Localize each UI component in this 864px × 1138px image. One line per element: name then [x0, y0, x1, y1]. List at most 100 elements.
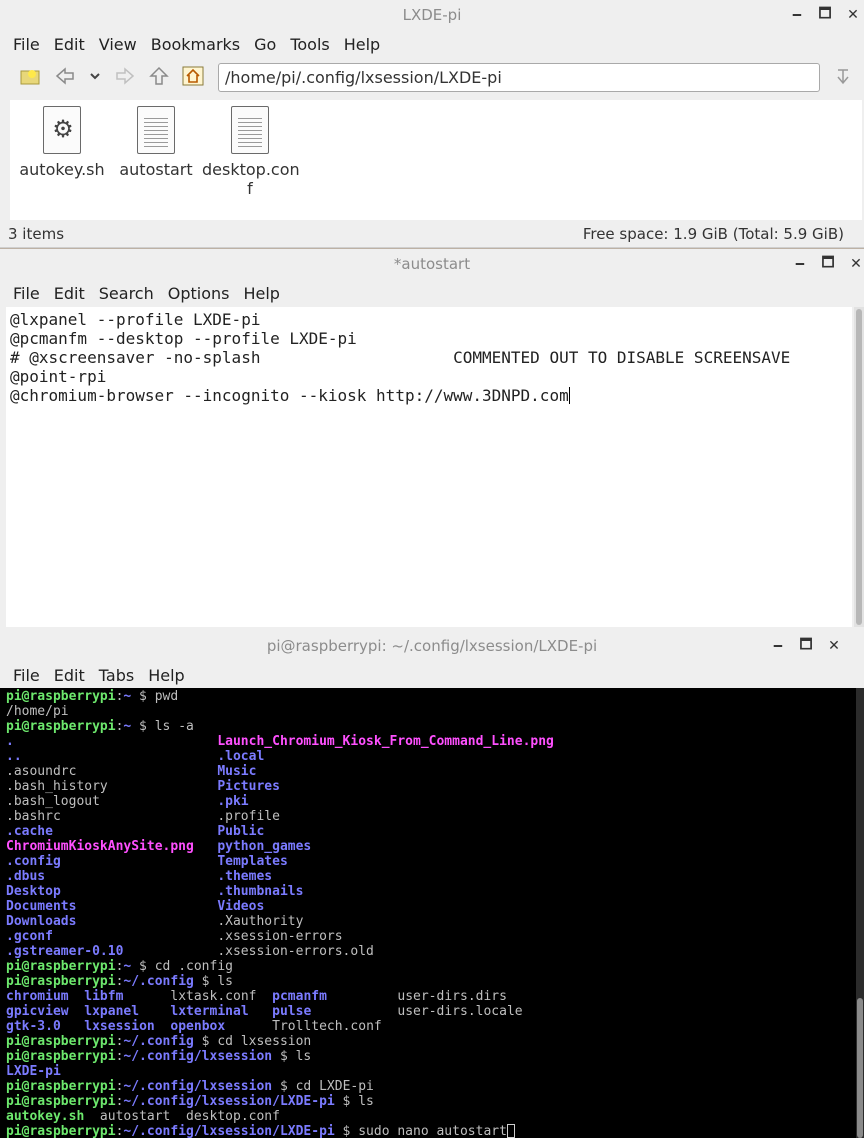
history-dropdown-button[interactable] — [82, 61, 108, 91]
file-name-line2: f — [247, 179, 253, 198]
terminal-text-segment: lxterminal — [170, 1004, 249, 1019]
forward-arrow-icon — [116, 67, 135, 85]
menu-edit[interactable]: Edit — [47, 35, 92, 54]
terminal-line: gtk-3.0 lxsession openbox Trolltech.conf — [6, 1019, 850, 1034]
menu-view[interactable]: View — [92, 35, 144, 54]
terminal-line: pi@raspberrypi:~/.config $ cd lxsession — [6, 1034, 850, 1049]
file-item-autostart[interactable]: autostart — [108, 106, 204, 179]
terminal-text-segment: pi@raspberrypi — [6, 1034, 116, 1049]
terminal-text-segment: Pictures — [217, 779, 280, 794]
terminal-output[interactable]: pi@raspberrypi:~ $ pwd/home/pi pi@raspber… — [0, 688, 856, 1138]
menu-edit[interactable]: Edit — [47, 284, 92, 303]
new-tab-button[interactable] — [14, 61, 48, 91]
scrollbar-thumb[interactable] — [857, 998, 863, 1138]
terminal-text-segment: .bash_logout — [6, 794, 218, 809]
terminal-cursor — [506, 1124, 515, 1138]
terminal-text-segment: pi@raspberrypi — [6, 1094, 116, 1109]
terminal-text-segment: $ ls — [193, 974, 233, 989]
editor-menubar: File Edit Search Options Help — [0, 279, 864, 307]
editor-scrollbar[interactable] — [854, 307, 864, 627]
terminal-text-segment: ~/.config/lxsession/LXDE-pi — [123, 1124, 335, 1138]
menu-go[interactable]: Go — [247, 35, 283, 54]
file-item-desktop-conf[interactable]: desktop.con f — [202, 106, 300, 198]
maximize-icon[interactable]: 🗖 — [814, 252, 842, 276]
terminal-text-segment: lxpanel — [84, 1004, 140, 1019]
terminal-text-segment: ~/.config/lxsession/LXDE-pi — [123, 1094, 335, 1109]
menu-edit[interactable]: Edit — [47, 666, 92, 685]
maximize-icon[interactable]: 🗖 — [811, 3, 839, 27]
terminal-titlebar[interactable]: pi@raspberrypi: ~/.config/lxsession/LXDE… — [0, 631, 864, 661]
menu-help[interactable]: Help — [236, 284, 286, 303]
editor-titlebar[interactable]: *autostart 🗕 🗖 ✕ — [0, 249, 864, 279]
terminal-text-segment: lxsession — [84, 1019, 155, 1034]
terminal-line: gpicview lxpanel lxterminal pulse user-d… — [6, 1004, 850, 1019]
file-manager-window: LXDE-pi 🗕 🗖 ✕ File Edit View Bookmarks G… — [0, 0, 864, 248]
location-bar[interactable]: /home/pi/.config/lxsession/LXDE-pi — [218, 63, 820, 92]
maximize-icon[interactable]: 🗖 — [792, 634, 820, 658]
terminal-text-segment: autokey.sh — [6, 1109, 85, 1124]
terminal-text-segment: $ ls -a — [131, 719, 194, 734]
menu-file[interactable]: File — [6, 35, 47, 54]
editor-line: @point-rpi — [10, 367, 107, 386]
file-name-line1: desktop.con — [202, 160, 300, 179]
home-button[interactable] — [176, 61, 210, 91]
terminal-line: .bash_history Pictures — [6, 779, 850, 794]
file-name: autostart — [119, 160, 193, 179]
terminal-text-segment: pulse — [272, 1004, 312, 1019]
back-button[interactable] — [48, 61, 82, 91]
terminal-line: pi@raspberrypi:~ $ cd .config — [6, 959, 850, 974]
terminal-menubar: File Edit Tabs Help — [0, 661, 864, 689]
text-document-icon — [137, 106, 175, 154]
terminal-text-segment: .xsession-errors.old — [217, 944, 374, 959]
menu-options[interactable]: Options — [161, 284, 237, 303]
file-manager-titlebar[interactable]: LXDE-pi 🗕 🗖 ✕ — [0, 0, 864, 30]
terminal-text-segment: .gconf — [6, 929, 218, 944]
terminal-line: . Launch_Chromium_Kiosk_From_Command_Lin… — [6, 734, 850, 749]
close-icon[interactable]: ✕ — [842, 256, 864, 272]
minimize-icon[interactable]: 🗕 — [786, 252, 814, 276]
terminal-text-segment: pi@raspberrypi — [6, 974, 116, 989]
close-icon[interactable]: ✕ — [820, 638, 848, 654]
go-button[interactable] — [826, 62, 860, 92]
terminal-text-segment: ~/.config/lxsession — [123, 1079, 273, 1094]
forward-button[interactable] — [108, 61, 142, 91]
window-title: LXDE-pi — [402, 6, 462, 24]
scrollbar-thumb[interactable] — [856, 309, 862, 625]
terminal-line: autokey.sh autostart desktop.conf — [6, 1109, 850, 1124]
terminal-line: Downloads .Xauthority — [6, 914, 850, 929]
terminal-text-segment: pi@raspberrypi — [6, 719, 116, 734]
menu-bookmarks[interactable]: Bookmarks — [144, 35, 247, 54]
file-item-autokey[interactable]: ⚙ autokey.sh — [14, 106, 110, 179]
menu-help[interactable]: Help — [337, 35, 387, 54]
editor-text-area[interactable]: @lxpanel --profile LXDE-pi @pcmanfm --de… — [6, 307, 852, 627]
menu-tabs[interactable]: Tabs — [92, 666, 141, 685]
terminal-text-segment: lxtask.conf — [123, 989, 273, 1004]
terminal-text-segment: $ sudo nano autostart — [334, 1124, 507, 1138]
text-cursor — [568, 387, 570, 404]
menu-file[interactable]: File — [6, 666, 47, 685]
minimize-icon[interactable]: 🗕 — [783, 3, 811, 27]
menu-help[interactable]: Help — [141, 666, 191, 685]
terminal-text-segment: .gstreamer-0.10 — [6, 944, 218, 959]
menu-search[interactable]: Search — [92, 284, 161, 303]
terminal-text-segment: Templates — [217, 854, 288, 869]
terminal-line: .dbus .themes — [6, 869, 850, 884]
minimize-icon[interactable]: 🗕 — [764, 634, 792, 658]
menu-file[interactable]: File — [6, 284, 47, 303]
terminal-text-segment: Desktop — [6, 884, 218, 899]
terminal-text-segment: chromium — [6, 989, 69, 1004]
home-icon — [182, 66, 204, 86]
close-icon[interactable]: ✕ — [839, 7, 864, 23]
terminal-text-segment: .thumbnails — [217, 884, 304, 899]
up-button[interactable] — [142, 61, 176, 91]
terminal-scrollbar[interactable] — [856, 688, 864, 1138]
menu-tools[interactable]: Tools — [283, 35, 336, 54]
terminal-text-segment: ~/.config/lxsession — [123, 1049, 273, 1064]
terminal-text-segment: .asoundrc — [6, 764, 218, 779]
terminal-line: pi@raspberrypi:~/.config/lxsession $ ls — [6, 1049, 850, 1064]
